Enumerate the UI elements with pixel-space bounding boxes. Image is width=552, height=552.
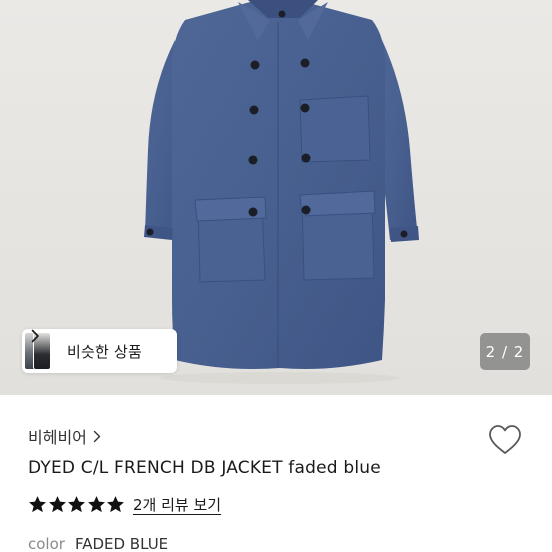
star-filled-icon <box>107 496 125 513</box>
star-filled-icon <box>48 496 66 513</box>
chevron-right-icon <box>31 329 39 343</box>
seller-link[interactable]: 비헤비어 <box>28 424 101 448</box>
similar-items-button[interactable]: 비슷한 상품 <box>22 329 177 373</box>
seller-name: 비헤비어 <box>28 428 87 447</box>
color-label: color <box>28 535 65 552</box>
color-value: FADED BLUE <box>74 535 169 552</box>
product-image[interactable]: 비슷한 상품 2 / 2 <box>0 0 552 395</box>
rating-row: 2개 리뷰 보기 <box>28 494 221 515</box>
color-row: color FADED BLUE <box>28 535 168 552</box>
product-title: DYED C/L FRENCH DB JACKET faded blue <box>28 458 381 478</box>
image-counter: 2 / 2 <box>480 333 530 370</box>
similar-items-label: 비슷한 상품 <box>67 342 142 361</box>
star-rating <box>28 495 126 514</box>
chevron-right-icon <box>93 430 101 442</box>
star-filled-icon <box>87 496 105 513</box>
star-filled-icon <box>29 496 46 513</box>
heart-outline-icon[interactable] <box>488 424 522 456</box>
star-filled-icon <box>68 496 86 513</box>
review-link[interactable]: 2개 리뷰 보기 <box>133 494 221 515</box>
